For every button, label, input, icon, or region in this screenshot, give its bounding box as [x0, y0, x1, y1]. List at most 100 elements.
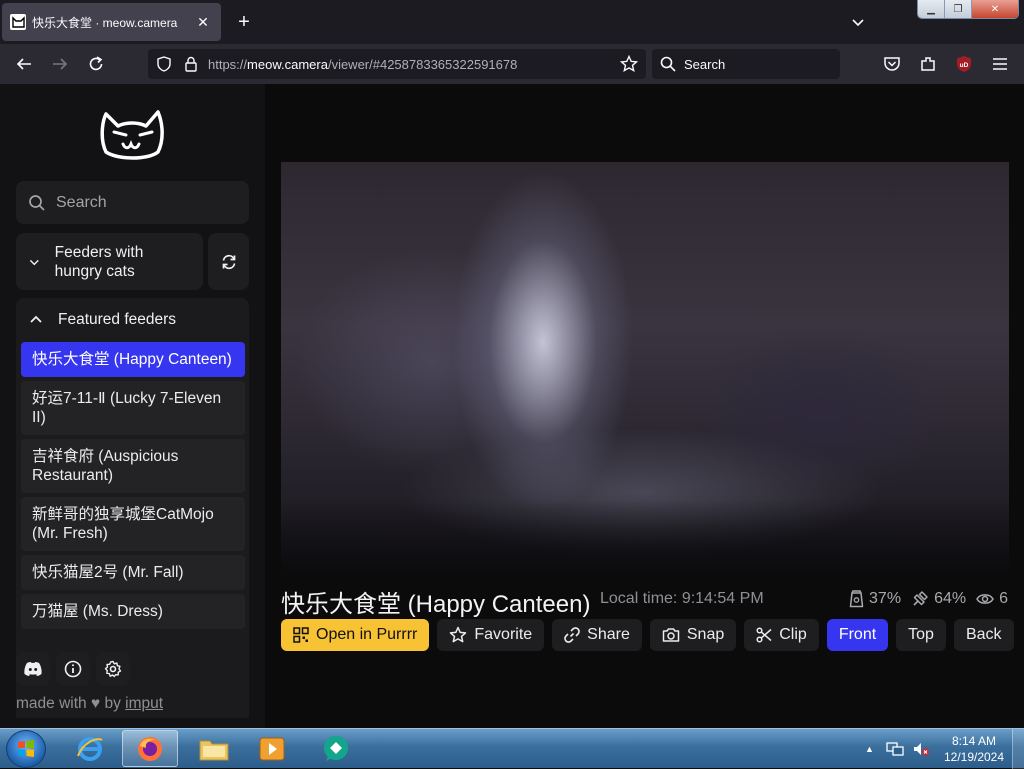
sidebar: Search Feeders with hungry cats Featured…	[0, 84, 265, 728]
discord-button[interactable]	[16, 652, 50, 686]
link-icon	[564, 627, 580, 643]
search-icon	[660, 56, 676, 72]
viewer-action-bar: Open in Purrrr Favorite Share Snap Clip …	[281, 619, 1014, 651]
windows-taskbar: ▲ 8:14 AM 12/19/2024	[0, 728, 1024, 769]
hungry-feeders-label: Feeders with hungry cats	[54, 243, 144, 280]
local-time: Local time: 9:14:54 PM	[600, 590, 764, 607]
heart-icon: ♥	[90, 695, 101, 712]
satellite-icon	[913, 591, 928, 606]
feeder-stats: 37% 64% 6	[839, 590, 1008, 608]
chevron-down-icon	[29, 259, 39, 265]
viewers-value: 6	[999, 590, 1008, 607]
tab-close-icon[interactable]: ✕	[193, 14, 213, 31]
food-level-value: 37%	[869, 590, 902, 607]
cat-logo-icon[interactable]	[98, 102, 168, 164]
chat-bubble-icon	[324, 735, 348, 761]
clip-label: Clip	[779, 626, 807, 643]
feeder-item[interactable]: 快乐猫屋2号 (Mr. Fall)	[21, 555, 245, 590]
camera-video-feed[interactable]	[281, 162, 1009, 570]
ublock-icon[interactable]: uD	[952, 52, 976, 76]
show-desktop-button[interactable]	[1012, 729, 1024, 769]
shield-icon[interactable]	[156, 56, 172, 72]
taskbar-media-player[interactable]	[244, 730, 300, 767]
new-tab-button[interactable]: +	[232, 10, 256, 34]
svg-text:uD: uD	[960, 62, 969, 69]
favorite-label: Favorite	[474, 626, 533, 643]
forward-arrow-icon[interactable]	[48, 52, 72, 76]
browser-tab[interactable]: 快乐大食堂 · meow.camera ✕	[2, 3, 221, 41]
browser-search-field[interactable]: Search	[652, 49, 840, 79]
hamburger-menu-icon[interactable]	[988, 52, 1012, 76]
camera-top-button[interactable]: Top	[896, 619, 946, 651]
sidebar-search-input[interactable]: Search	[16, 181, 249, 224]
hungry-feeders-toggle[interactable]: Feeders with hungry cats	[16, 233, 203, 290]
system-tray: ▲	[865, 729, 930, 769]
maximize-button[interactable]: ❐	[945, 0, 972, 18]
navigation-bar: https://meow.camera/viewer/#425878336532…	[0, 44, 1024, 84]
open-in-purrrr-label: Open in Purrrr	[316, 626, 418, 643]
url-bar[interactable]: https://meow.camera/viewer/#425878336532…	[148, 49, 646, 79]
battery-level-value: 64%	[934, 590, 967, 607]
feeder-item[interactable]: 新鲜哥的独享城堡CatMojo (Mr. Fresh)	[21, 497, 245, 551]
cat-favicon-icon	[10, 14, 26, 30]
sidebar-search-placeholder: Search	[56, 193, 107, 211]
taskbar-clock[interactable]: 8:14 AM 12/19/2024	[940, 733, 1008, 765]
made-with-by-text: by	[104, 695, 121, 712]
tab-bar: 快乐大食堂 · meow.camera ✕ + ▁ ❐ ✕	[0, 0, 1024, 44]
volume-muted-icon[interactable]	[912, 741, 930, 757]
feeder-item[interactable]: 吉祥食府 (Auspicious Restaurant)	[21, 439, 245, 493]
taskbar-file-explorer[interactable]	[186, 730, 242, 767]
featured-feeders-toggle[interactable]: Featured feeders	[16, 298, 249, 342]
author-link[interactable]: imput	[125, 695, 163, 712]
star-icon	[450, 626, 467, 643]
settings-button[interactable]	[96, 652, 130, 686]
clock-date: 12/19/2024	[943, 750, 1005, 764]
sidebar-footer-buttons	[16, 652, 130, 686]
favorite-button[interactable]: Favorite	[437, 619, 545, 651]
camera-front-button[interactable]: Front	[826, 619, 889, 651]
chevron-down-icon[interactable]	[848, 12, 868, 32]
open-in-purrrr-button[interactable]: Open in Purrrr	[281, 619, 430, 651]
taskbar-firefox[interactable]	[122, 730, 178, 767]
window-controls: ▁ ❐ ✕	[917, 0, 1019, 19]
viewer-main: 快乐大食堂 (Happy Canteen) Local time: 9:14:5…	[265, 84, 1024, 728]
taskbar-internet-explorer[interactable]	[62, 730, 118, 767]
battery-level-stat: 64%	[911, 590, 966, 608]
taskbar-app[interactable]	[308, 730, 364, 767]
lock-icon[interactable]	[184, 56, 198, 72]
clip-button[interactable]: Clip	[744, 619, 819, 651]
gear-icon	[104, 660, 122, 678]
minimize-button[interactable]: ▁	[918, 0, 945, 18]
folder-icon	[199, 740, 229, 760]
refresh-button[interactable]	[208, 233, 249, 290]
reload-icon[interactable]	[84, 52, 108, 76]
windows-logo-icon	[18, 740, 34, 757]
food-level-stat: 37%	[849, 590, 901, 608]
browser-chrome: 快乐大食堂 · meow.camera ✕ + ▁ ❐ ✕ https://me…	[0, 0, 1024, 84]
start-button[interactable]	[6, 730, 46, 768]
feeder-item[interactable]: 好运7-11-Ⅱ (Lucky 7-Eleven II)	[21, 381, 245, 435]
tab-title: 快乐大食堂 · meow.camera	[32, 15, 178, 30]
pocket-icon[interactable]	[880, 52, 904, 76]
refresh-icon	[222, 254, 235, 269]
bookmark-star-icon[interactable]	[620, 55, 638, 73]
firefox-icon	[138, 736, 162, 761]
viewers-stat: 6	[976, 590, 1008, 608]
share-label: Share	[587, 626, 630, 643]
share-button[interactable]: Share	[552, 619, 642, 651]
snap-button[interactable]: Snap	[649, 619, 737, 651]
url-text: https://meow.camera/viewer/#425878336532…	[208, 56, 518, 72]
tray-expand-icon[interactable]: ▲	[865, 744, 874, 754]
search-placeholder: Search	[684, 56, 726, 72]
search-icon	[29, 194, 45, 211]
scissors-icon	[756, 627, 772, 643]
chevron-up-icon	[30, 315, 42, 323]
camera-back-button[interactable]: Back	[953, 619, 1014, 651]
back-arrow-icon[interactable]	[12, 52, 36, 76]
feeder-item-active[interactable]: 快乐大食堂 (Happy Canteen)	[21, 342, 245, 377]
close-window-button[interactable]: ✕	[972, 0, 1018, 18]
info-button[interactable]	[56, 652, 90, 686]
feeder-item[interactable]: 万猫屋 (Ms. Dress)	[21, 594, 245, 629]
network-icon[interactable]	[886, 741, 904, 757]
extensions-icon[interactable]	[916, 52, 940, 76]
